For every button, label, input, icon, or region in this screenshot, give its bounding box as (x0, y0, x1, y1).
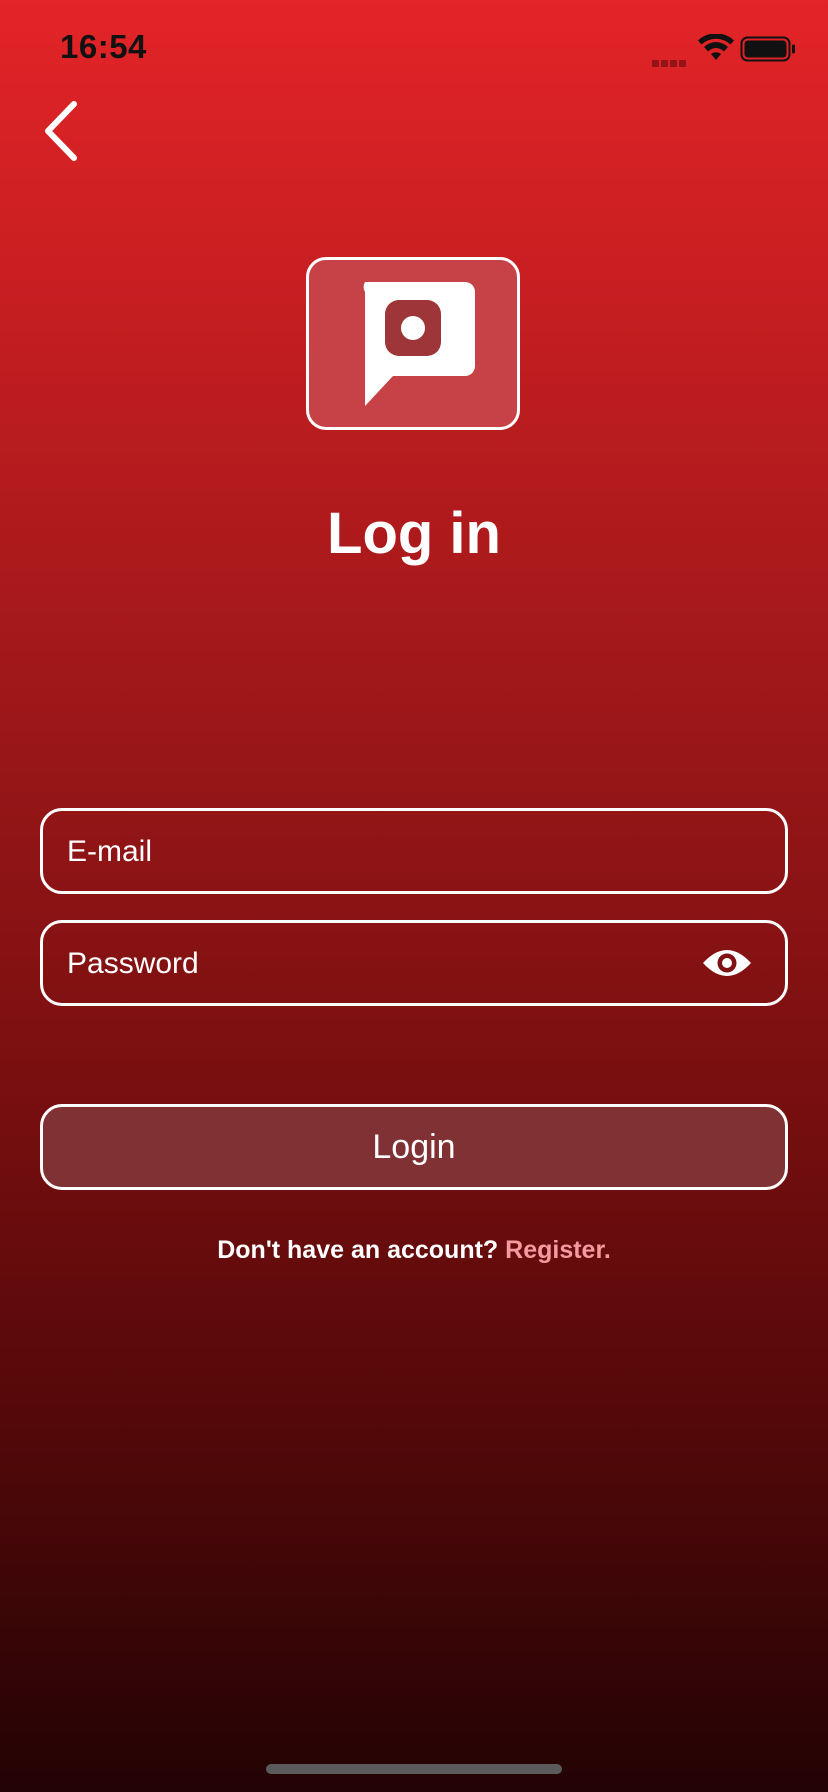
password-input[interactable] (65, 923, 689, 1005)
home-indicator (266, 1764, 562, 1774)
register-prompt-text: Don't have an account? (217, 1236, 499, 1264)
email-input[interactable] (65, 811, 689, 893)
signal-icon (652, 54, 690, 67)
eye-icon[interactable] (701, 945, 753, 981)
status-time: 16:54 (60, 28, 147, 65)
register-link[interactable]: Register. (505, 1236, 611, 1264)
password-field[interactable] (40, 920, 788, 1006)
camera-chat-bubble-icon (363, 282, 475, 406)
app-logo (306, 257, 520, 430)
login-button[interactable]: Login (40, 1104, 788, 1190)
page-title: Log in (327, 501, 501, 566)
battery-icon (740, 36, 795, 62)
register-prompt: Don't have an account? Register. (0, 1236, 828, 1265)
chevron-left-icon (45, 101, 77, 161)
back-button[interactable] (36, 96, 96, 166)
wifi-icon (698, 34, 734, 60)
status-bar: 16:54 (0, 0, 828, 100)
email-field[interactable] (40, 808, 788, 894)
login-screen: 16:54 Log in E-mail Login Don't have an … (0, 0, 828, 1792)
